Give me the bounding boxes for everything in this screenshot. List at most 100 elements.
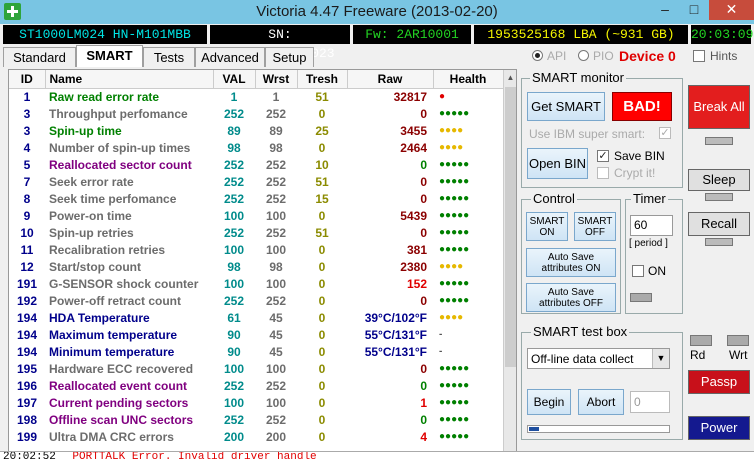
attr-val: 252	[223, 378, 245, 393]
table-row[interactable]: 5 Reallocated sector count 252 252 10 0 ●●●●●	[9, 156, 503, 173]
attr-raw: 381	[406, 242, 427, 257]
scroll-up-icon[interactable]: ▲	[504, 70, 516, 86]
table-row[interactable]: 191 G-SENSOR shock counter 100 100 0 152 ●●●●●	[9, 275, 503, 292]
attr-val: 252	[223, 174, 245, 189]
smart-monitor-label: SMART monitor	[530, 70, 626, 85]
attr-raw: 0	[420, 174, 427, 189]
auto-save-off-button[interactable]: Auto Save attributes OFF	[526, 283, 616, 312]
attr-health: ●●●●●	[439, 380, 470, 391]
attr-tresh: 0	[318, 259, 326, 274]
passp-button[interactable]: Passp	[688, 370, 750, 394]
attr-val: 252	[223, 157, 245, 172]
tab-tests[interactable]: Tests	[143, 47, 195, 67]
header-id[interactable]: ID	[9, 70, 46, 89]
break-all-button[interactable]: Break All	[688, 85, 750, 129]
header-wrst[interactable]: Wrst	[255, 70, 298, 89]
attr-health: ●●●●●	[439, 210, 470, 221]
attr-id: 4	[23, 140, 31, 155]
table-row[interactable]: 195 Hardware ECC recovered 100 100 0 0 ●●●●●	[9, 360, 503, 377]
smart-status-badge: BAD!	[612, 92, 672, 121]
attr-name: Power-off retract count	[49, 293, 182, 308]
attr-id: 192	[16, 293, 38, 308]
tab-setup[interactable]: Setup	[265, 47, 314, 67]
attr-val: 252	[223, 225, 245, 240]
table-row[interactable]: 197 Current pending sectors 100 100 0 1 ●●●●●	[9, 394, 503, 411]
attr-id: 199	[16, 429, 38, 444]
header-tresh[interactable]: Tresh	[297, 70, 348, 89]
auto-save-on-button[interactable]: Auto Save attributes ON	[526, 248, 616, 277]
scroll-thumb[interactable]	[505, 87, 516, 367]
attr-name: Current pending sectors	[49, 395, 189, 410]
attr-name: HDA Temperature	[49, 310, 150, 325]
header-name[interactable]: Name	[45, 70, 214, 89]
tab-smart[interactable]: SMART	[76, 45, 143, 67]
attr-id: 197	[16, 395, 38, 410]
open-bin-button[interactable]: Open BIN	[527, 148, 588, 179]
tab-advanced[interactable]: Advanced	[195, 47, 265, 67]
table-row[interactable]: 192 Power-off retract count 252 252 0 0 ●●●●●	[9, 292, 503, 309]
test-type-select[interactable]: Off-line data collect ▼	[527, 348, 670, 369]
begin-button[interactable]: Begin	[527, 389, 571, 415]
table-row[interactable]: 9 Power-on time 100 100 0 5439 ●●●●●	[9, 207, 503, 224]
timer-on-checkbox[interactable]	[632, 265, 644, 277]
test-value-input[interactable]: 0	[630, 391, 670, 413]
save-bin-checkbox[interactable]: ✓	[597, 150, 609, 162]
sleep-button[interactable]: Sleep	[688, 169, 750, 191]
attr-raw: 5439	[400, 208, 427, 223]
abort-button[interactable]: Abort	[578, 389, 624, 415]
table-row[interactable]: 194 Maximum temperature 90 45 0 55°C/131°F -	[9, 326, 503, 343]
attr-tresh: 51	[315, 89, 329, 104]
header-val[interactable]: VAL	[213, 70, 256, 89]
attr-val: 100	[223, 242, 245, 257]
table-row[interactable]: 199 Ultra DMA CRC errors 200 200 0 4 ●●●●●	[9, 428, 503, 445]
table-row[interactable]: 196 Reallocated event count 252 252 0 0 ●●●●●	[9, 377, 503, 394]
attr-wrst: 252	[265, 106, 287, 121]
timer-period-label: [ period ]	[629, 238, 668, 249]
smart-off-button[interactable]: SMART OFF	[574, 212, 616, 241]
ibm-smart-checkbox[interactable]: ✓	[659, 127, 671, 139]
attr-wrst: 252	[265, 157, 287, 172]
table-row[interactable]: 11 Recalibration retries 100 100 0 381 ●●●●●	[9, 241, 503, 258]
get-smart-button[interactable]: Get SMART	[527, 92, 605, 121]
recall-button[interactable]: Recall	[688, 212, 750, 236]
pio-radio[interactable]	[578, 50, 589, 61]
table-row[interactable]: 1 Raw read error rate 1 1 51 32817 ●	[9, 88, 503, 105]
hints-checkbox[interactable]	[693, 50, 705, 62]
attr-val: 100	[223, 208, 245, 223]
maximize-button[interactable]: □	[680, 0, 708, 20]
status-log: 20:02:52 PORTTALK Error. Invalid driver …	[0, 451, 754, 462]
attr-id: 198	[16, 412, 38, 427]
table-row[interactable]: 7 Seek error rate 252 252 51 0 ●●●●●	[9, 173, 503, 190]
attr-tresh: 0	[318, 344, 326, 359]
table-row[interactable]: 194 Minimum temperature 90 45 0 55°C/131°F -	[9, 343, 503, 360]
timer-period-input[interactable]: 60	[630, 215, 673, 236]
minimize-button[interactable]: –	[651, 0, 679, 20]
table-row[interactable]: 3 Spin-up time 89 89 25 3455 ●●●●	[9, 122, 503, 139]
api-radio[interactable]	[532, 50, 543, 61]
power-button[interactable]: Power	[688, 416, 750, 440]
crypt-checkbox[interactable]	[597, 167, 609, 179]
attr-raw: 0	[420, 191, 427, 206]
attr-wrst: 200	[265, 429, 287, 444]
smart-on-button[interactable]: SMART ON	[526, 212, 568, 241]
attr-health: ●●●●●	[439, 397, 470, 408]
title-bar: Victoria 4.47 Freeware (2013-02-20) – □ …	[0, 0, 754, 24]
timer-indicator	[630, 293, 652, 302]
attr-wrst: 100	[265, 242, 287, 257]
table-row[interactable]: 198 Offline scan UNC sectors 252 252 0 0 ●●●●●	[9, 411, 503, 428]
table-row[interactable]: 10 Spin-up retries 252 252 51 0 ●●●●●	[9, 224, 503, 241]
table-scrollbar[interactable]: ▲	[503, 70, 516, 461]
tab-standard[interactable]: Standard	[3, 47, 76, 67]
app-window: Victoria 4.47 Freeware (2013-02-20) – □ …	[0, 0, 754, 462]
table-row[interactable]: 8 Seek time perfomance 252 252 15 0 ●●●●●	[9, 190, 503, 207]
close-button[interactable]: ✕	[709, 0, 754, 20]
table-row[interactable]: 3 Throughput perfomance 252 252 0 0 ●●●●●	[9, 105, 503, 122]
attr-wrst: 1	[272, 89, 280, 104]
table-row[interactable]: 12 Start/stop count 98 98 0 2380 ●●●●	[9, 258, 503, 275]
header-raw[interactable]: Raw	[347, 70, 434, 89]
chevron-down-icon[interactable]: ▼	[652, 349, 669, 368]
table-row[interactable]: 194 HDA Temperature 61 45 0 39°C/102°F ●●●●	[9, 309, 503, 326]
attr-health: ●●●●●	[439, 227, 470, 238]
header-health[interactable]: Health	[433, 70, 504, 89]
table-row[interactable]: 4 Number of spin-up times 98 98 0 2464 ●●●●	[9, 139, 503, 156]
